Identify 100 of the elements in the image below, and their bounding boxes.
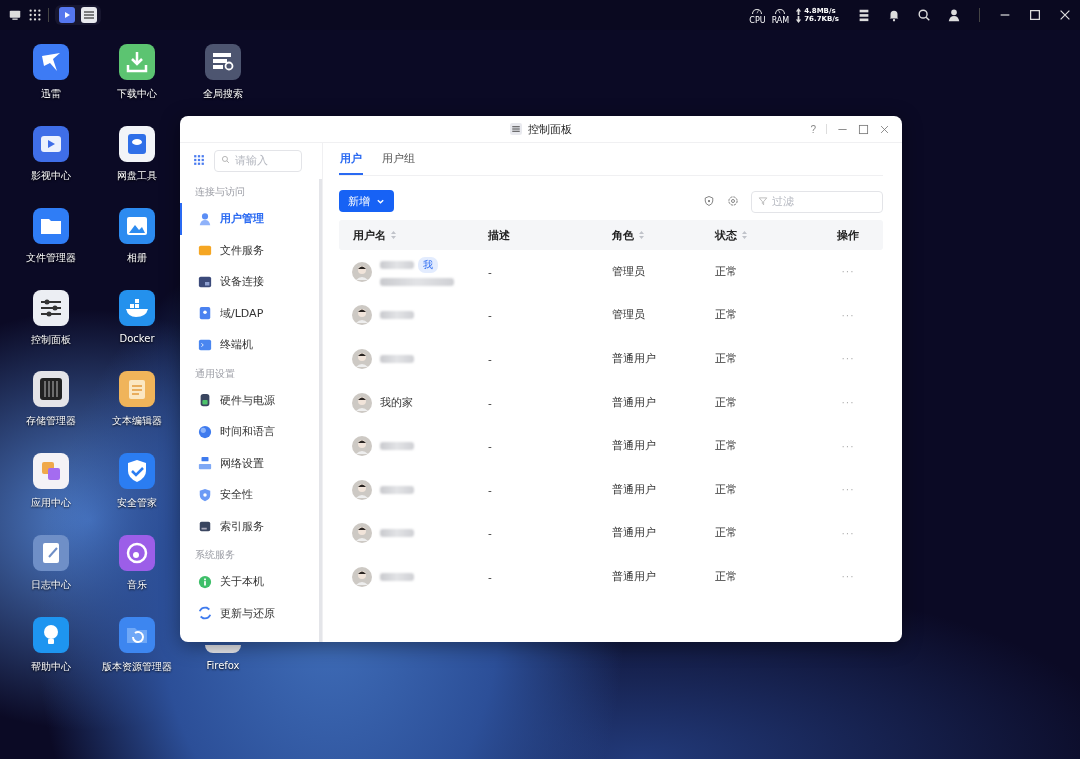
server-icon[interactable] bbox=[857, 8, 871, 22]
bulb-icon[interactable] bbox=[33, 616, 69, 653]
tab[interactable]: 用户 bbox=[339, 143, 363, 175]
help-button[interactable]: ? bbox=[810, 123, 816, 135]
app-label[interactable]: 帮助中心 bbox=[31, 659, 71, 674]
user-icon bbox=[198, 211, 212, 226]
sidebar-item[interactable]: 时间和语言 bbox=[180, 416, 319, 448]
current-user-badge: 我 bbox=[418, 257, 438, 274]
avatar-icon bbox=[352, 436, 372, 457]
app-label[interactable]: 安全管家 bbox=[117, 496, 157, 511]
app-label[interactable]: Firefox bbox=[206, 660, 240, 671]
app-grid-icon[interactable] bbox=[28, 8, 42, 22]
bell-icon[interactable] bbox=[887, 8, 901, 22]
section-title: 系统服务 bbox=[194, 548, 236, 562]
app-label[interactable]: 相册 bbox=[127, 250, 147, 265]
app-label[interactable]: 日志中心 bbox=[31, 578, 71, 593]
window-title: 控制面板 bbox=[528, 121, 572, 137]
table-cell-text: 正常 bbox=[714, 352, 738, 366]
search-field[interactable]: 请输入 bbox=[214, 149, 302, 172]
id-card-icon bbox=[198, 306, 212, 321]
table-cell-text: - bbox=[487, 353, 493, 365]
maximize-icon[interactable] bbox=[1028, 8, 1042, 22]
download-icon[interactable] bbox=[119, 44, 155, 80]
search-icon[interactable] bbox=[917, 8, 931, 22]
table-cell-text: 正常 bbox=[714, 482, 738, 497]
sidebar-item[interactable]: 更新与还原 bbox=[180, 597, 319, 629]
app-label[interactable]: 控制面板 bbox=[31, 332, 71, 347]
table-cell-text: - bbox=[487, 440, 493, 453]
avatar-icon bbox=[352, 305, 372, 326]
play-icon[interactable] bbox=[33, 125, 69, 162]
avatar-icon bbox=[352, 261, 372, 282]
app-label[interactable]: 网盘工具 bbox=[117, 168, 157, 183]
refresh-icon bbox=[198, 606, 212, 621]
monitor-icon[interactable] bbox=[8, 8, 22, 22]
app-label[interactable]: 迅雷 bbox=[41, 87, 61, 101]
play-icon[interactable] bbox=[59, 7, 75, 23]
sidebar-item[interactable]: 硬件与电源 bbox=[180, 384, 319, 416]
app-label[interactable]: 影视中心 bbox=[31, 168, 71, 183]
clipboard-icon[interactable] bbox=[119, 371, 155, 408]
info-icon bbox=[198, 574, 212, 589]
search-icon bbox=[221, 155, 230, 164]
user-icon[interactable] bbox=[947, 8, 961, 22]
ram-label: RAM bbox=[771, 17, 790, 25]
table-cell-text: - bbox=[487, 527, 493, 540]
app-label[interactable]: 应用中心 bbox=[31, 496, 71, 511]
column-header[interactable]: 角色 bbox=[612, 227, 634, 243]
app-label[interactable]: 存储管理器 bbox=[26, 414, 76, 429]
sidebar-item[interactable]: 安全性 bbox=[180, 479, 319, 511]
table-cell-text: 管理员 bbox=[611, 308, 646, 323]
restore-folder-icon[interactable] bbox=[119, 616, 155, 653]
app-store-icon[interactable] bbox=[33, 453, 69, 490]
up-arrow-icon bbox=[795, 7, 803, 15]
app-label[interactable]: 文件管理器 bbox=[26, 250, 76, 265]
column-header[interactable]: 操作 bbox=[837, 227, 859, 243]
whale-icon[interactable] bbox=[119, 289, 155, 326]
sidebar-item[interactable]: 关于本机 bbox=[180, 566, 319, 598]
picture-icon[interactable] bbox=[119, 207, 155, 244]
down-arrow-icon bbox=[795, 15, 803, 23]
sidebar-item[interactable]: 索引服务 bbox=[180, 510, 319, 542]
sidebar-item[interactable]: 设备连接 bbox=[180, 266, 319, 298]
folder-icon[interactable] bbox=[33, 207, 69, 244]
table-cell-text: - bbox=[487, 265, 493, 278]
close-icon[interactable] bbox=[1058, 8, 1072, 22]
filter-field[interactable]: 过滤 bbox=[751, 190, 883, 213]
app-label[interactable]: 全局搜索 bbox=[203, 87, 243, 101]
app-label[interactable]: Docker bbox=[119, 332, 155, 344]
app-label[interactable]: 版本资源管理器 bbox=[102, 659, 172, 674]
terminal-icon bbox=[198, 337, 212, 352]
search-server-icon[interactable] bbox=[205, 44, 241, 80]
settings-icon[interactable] bbox=[727, 195, 739, 207]
user-name: 我的家 bbox=[380, 395, 413, 410]
sidebar-item[interactable]: 终端机 bbox=[180, 329, 319, 361]
notebook-icon[interactable] bbox=[33, 535, 69, 572]
column-header[interactable]: 状态 bbox=[715, 227, 737, 243]
add-button[interactable]: 新增 bbox=[339, 190, 394, 212]
shield-check-icon[interactable] bbox=[119, 453, 155, 490]
sidebar-item[interactable]: 文件服务 bbox=[180, 234, 319, 266]
column-header[interactable]: 描述 bbox=[488, 227, 510, 243]
shield-icon[interactable] bbox=[703, 195, 715, 207]
table-cell-text: - bbox=[487, 309, 493, 322]
sidebar-item[interactable]: 网络设置 bbox=[180, 447, 319, 479]
table-cell-text: - bbox=[487, 396, 493, 409]
table-cell-text: 普通用户 bbox=[611, 395, 657, 410]
column-header[interactable]: 用户名 bbox=[353, 227, 386, 243]
table-cell-text: 管理员 bbox=[611, 264, 646, 279]
sidebar-item[interactable]: 域/LDAP bbox=[180, 297, 319, 329]
globe-icon bbox=[198, 424, 212, 439]
sidebar-item[interactable]: 用户管理 bbox=[180, 203, 319, 235]
folder-icon bbox=[198, 243, 212, 258]
avatar-icon bbox=[352, 392, 372, 413]
table-cell-text: 正常 bbox=[714, 395, 738, 410]
storage-drawing-icon[interactable] bbox=[33, 371, 69, 408]
network-icon bbox=[198, 456, 212, 471]
monitor-icon bbox=[198, 274, 212, 289]
tab[interactable]: 用户组 bbox=[381, 143, 416, 175]
app-label[interactable]: 音乐 bbox=[127, 578, 147, 593]
app-label[interactable]: 文本编辑器 bbox=[112, 414, 162, 429]
cloud-drive-icon[interactable] bbox=[119, 125, 155, 162]
app-label[interactable]: 下载中心 bbox=[117, 87, 157, 101]
avatar-icon bbox=[352, 523, 372, 544]
